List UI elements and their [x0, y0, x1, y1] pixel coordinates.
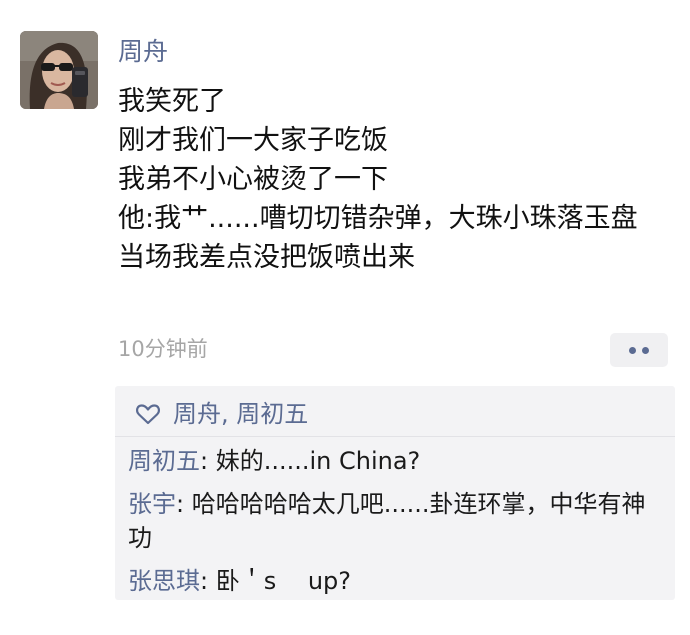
avatar[interactable]	[20, 31, 98, 109]
post-text-line: 当场我差点没把饭喷出来	[118, 242, 415, 273]
post-author-name[interactable]: 周舟	[118, 36, 168, 68]
likes-names[interactable]: 周舟, 周初五	[173, 399, 308, 429]
comment-item[interactable]: 周初五: 妹的......in China?	[128, 444, 668, 478]
post-text-line: 我弟不小心被烫了一下	[118, 164, 388, 195]
heart-outline-icon	[135, 404, 161, 425]
comment-item[interactable]: 张宇: 哈哈哈哈哈太几吧......卦连环掌，中华有神功	[128, 487, 668, 555]
post-content: 我笑死了 刚才我们一大家子吃饭 我弟不小心被烫了一下 他:我艹......嘈切切…	[118, 82, 663, 277]
comment-author[interactable]: 张思琪	[128, 567, 200, 595]
comment-text: 哈哈哈哈哈太几吧......卦连环掌，中华有神功	[128, 490, 646, 552]
post-timestamp: 10分钟前	[118, 337, 208, 361]
comment-separator: :	[200, 567, 216, 595]
comment-text: 卧＇s up?	[215, 567, 352, 595]
post-text-line: 刚才我们一大家子吃饭	[118, 125, 388, 156]
comment-author[interactable]: 张宇	[128, 490, 176, 518]
comment-item[interactable]: 张思琪: 卧＇s up?	[128, 564, 668, 598]
divider	[115, 436, 675, 437]
comment-separator: :	[200, 447, 216, 475]
ellipsis-icon	[642, 346, 649, 354]
post-text-line: 我笑死了	[118, 86, 226, 117]
more-actions-button[interactable]	[610, 333, 668, 367]
comment-author[interactable]: 周初五	[128, 447, 200, 475]
ellipsis-icon	[629, 346, 636, 354]
post-text-line: 他:我艹......嘈切切错杂弹，大珠小珠落玉盘	[118, 203, 638, 234]
comment-separator: :	[176, 490, 192, 518]
comments-panel: 周舟, 周初五 周初五: 妹的......in China? 张宇: 哈哈哈哈哈…	[115, 386, 675, 600]
likes-row: 周舟, 周初五	[135, 397, 308, 431]
comment-text: 妹的......in China?	[215, 447, 421, 475]
